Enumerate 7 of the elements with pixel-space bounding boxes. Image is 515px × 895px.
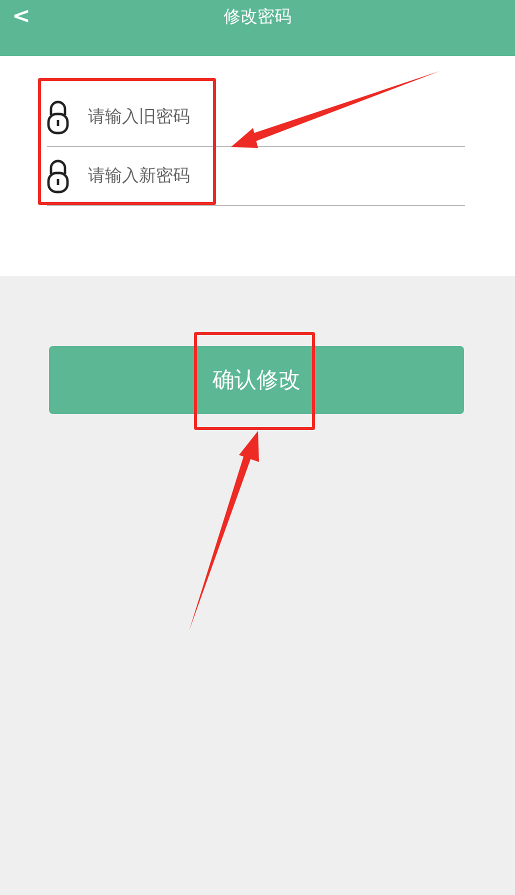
back-button[interactable]: < xyxy=(12,2,30,32)
lock-icon xyxy=(47,99,69,135)
lock-icon xyxy=(47,158,69,194)
confirm-button[interactable]: 确认修改 xyxy=(49,346,464,414)
page-title: 修改密码 xyxy=(224,6,292,29)
password-field[interactable]: 请输入旧密码 xyxy=(88,102,465,132)
password-field[interactable]: 请输入新密码 xyxy=(88,161,465,191)
